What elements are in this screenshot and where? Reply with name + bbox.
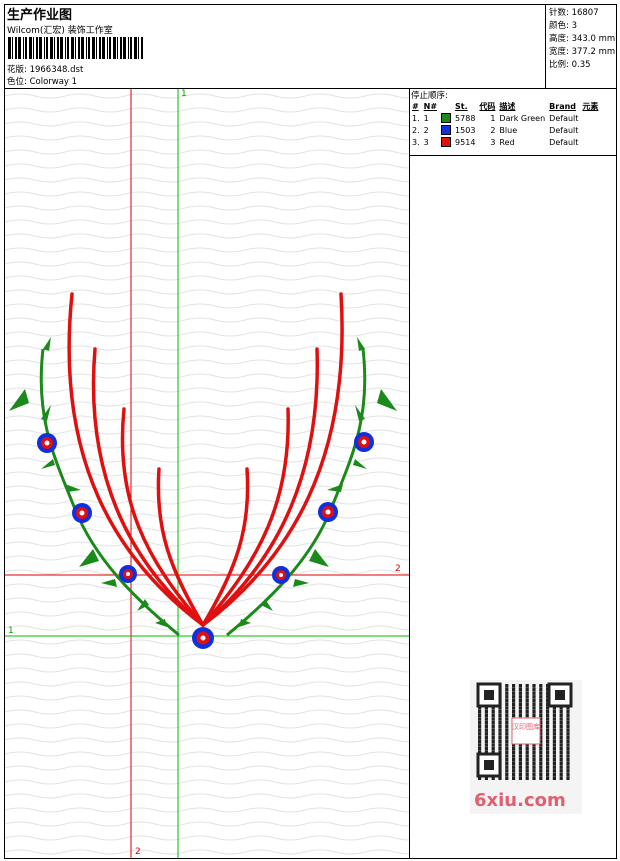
- stop-sequence-panel: 停止顺序: # N# St. 代码 描述 Brand 元素 1. 1 5788 1 …: [410, 89, 616, 156]
- color-swatch: [441, 137, 452, 147]
- table-row: 2. 2 1503 2 Blue Default: [412, 125, 579, 135]
- col-num: #: [412, 101, 419, 111]
- axis-label-green-left: 1: [8, 626, 14, 636]
- stats-panel: 针数: 16807 颜色: 3 高度: 343.0 mm 宽度: 377.2 m…: [545, 4, 618, 88]
- studio-name: Wilcom(汇宏) 装饰工作室: [7, 26, 113, 36]
- col-desc: 描述: [499, 101, 516, 111]
- stat-height: 高度: 343.0 mm: [549, 34, 616, 44]
- stat-colors: 颜色: 3: [549, 21, 577, 31]
- col-st: St.: [455, 101, 468, 111]
- color-swatch: [441, 113, 452, 123]
- design-file-row: 花版: 1966348.dst: [7, 63, 83, 75]
- embroidery-preview: [5, 89, 409, 858]
- stat-stitches: 针数: 16807: [549, 8, 599, 18]
- col-n: N#: [423, 101, 438, 111]
- colorway-row: 色位: Colorway 1: [7, 75, 77, 87]
- axis-label-red-bottom: 2: [135, 847, 141, 857]
- table-row: 1. 1 5788 1 Dark Green Default: [412, 113, 579, 123]
- design-file: 1966348.dst: [29, 65, 84, 75]
- stat-scale: 比例: 0.35: [549, 60, 591, 70]
- color-swatch: [441, 125, 452, 135]
- stat-width: 宽度: 377.2 mm: [549, 47, 616, 57]
- col-code: 代码: [479, 101, 496, 111]
- table-header-row: # N# St. 代码 描述 Brand 元素: [410, 100, 600, 112]
- design-canvas: 1 2 1 2: [5, 89, 410, 858]
- col-brand: Brand: [549, 101, 577, 111]
- design-label: 花版:: [7, 65, 27, 75]
- page-title: 生产作业图: [7, 8, 73, 23]
- table-row: 3. 3 9514 3 Red Default: [412, 137, 579, 147]
- col-element: 元素: [582, 101, 599, 111]
- stop-sequence-table: # N# St. 代码 描述 Brand 元素 1. 1 5788 1 Dark G…: [410, 100, 600, 148]
- colorway-value: Colorway 1: [29, 77, 78, 87]
- barcode: [8, 37, 143, 59]
- axis-label-green-top: 1: [181, 89, 187, 99]
- colorway-label: 色位:: [7, 77, 27, 87]
- watermark-text: 6xiu.com: [474, 790, 566, 811]
- col-swatch: [439, 100, 453, 112]
- axis-label-red-right: 2: [395, 564, 401, 574]
- qr-center-text: 汉印图库: [512, 722, 540, 731]
- header: 生产作业图 Wilcom(汇宏) 装饰工作室 花版: 1966348.dst 色…: [4, 4, 617, 89]
